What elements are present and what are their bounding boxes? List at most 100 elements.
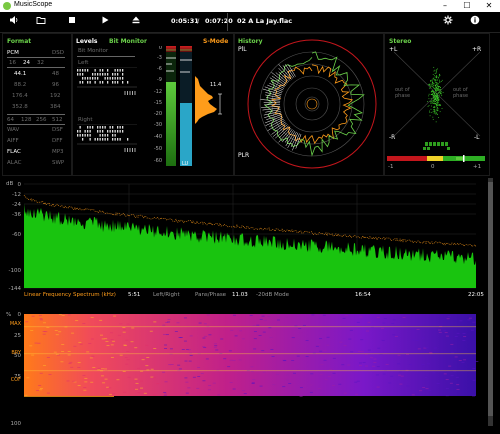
right-bit-grid: [77, 124, 137, 152]
gonio-dot: [437, 68, 438, 70]
settings-icon[interactable]: [441, 15, 455, 29]
spectrogram-streak: [46, 356, 50, 358]
spectrogram-streak: [268, 327, 272, 329]
spectrogram-streak: [135, 382, 139, 384]
bit-cell: [89, 77, 91, 80]
spectrum-y-tick: -24: [12, 202, 21, 208]
gonio-dot: [433, 66, 435, 68]
gonio-dot: [439, 111, 441, 113]
spectrogram-streak: [212, 382, 216, 384]
format-rate: 96: [52, 82, 59, 88]
gonio-dot: [428, 84, 429, 86]
spectrogram-streak: [339, 341, 343, 343]
spectrogram-streak: [77, 362, 81, 363]
spectrogram-y-tick: 25: [14, 333, 21, 339]
gonio-dot: [436, 69, 438, 71]
spectrogram-streak: [145, 344, 149, 346]
bit-tick: [129, 148, 131, 152]
close-button[interactable]: ✕: [478, 0, 500, 12]
scrollbar-thumb[interactable]: [488, 182, 493, 416]
bit-cell: [117, 73, 119, 76]
gonio-dot: [433, 101, 435, 103]
spectrogram-streak: [83, 387, 87, 388]
position-time: 0:05:31: [171, 17, 199, 25]
gonio-dot: [436, 82, 438, 84]
spectrogram-streak: [343, 345, 347, 347]
bit-cell: [102, 126, 104, 129]
info-icon[interactable]: [468, 15, 482, 29]
stop-icon[interactable]: [65, 15, 79, 29]
spectrogram-streak: [90, 338, 94, 340]
spectrogram-streak: [156, 383, 160, 385]
bit-cell: [94, 138, 96, 141]
format-dsd-rate: 256: [36, 117, 47, 123]
polar-spike: [271, 72, 287, 85]
gonio-dot: [438, 87, 440, 89]
spectrogram-streak: [291, 360, 295, 361]
bit-cell: [99, 69, 101, 72]
gonio-dot: [438, 102, 439, 104]
spectrogram-streak: [454, 336, 458, 337]
spectrogram-streak: [294, 316, 298, 318]
gonio-dot: [439, 73, 440, 75]
spectrogram-streak: [123, 344, 127, 346]
spectrogram-streak: [112, 340, 116, 342]
spectrogram-streak: [250, 371, 254, 372]
gonio-dot: [436, 105, 437, 107]
spectrogram-streak: [445, 335, 449, 337]
volume-icon[interactable]: [7, 15, 21, 29]
spectrogram-streak: [108, 387, 112, 389]
spectrogram-streak: [75, 320, 79, 322]
gonio-dot: [431, 79, 433, 81]
gonio-dot: [433, 77, 435, 79]
spectrogram-streak: [84, 381, 88, 383]
spectrogram-streak: [249, 315, 253, 316]
play-icon[interactable]: [98, 15, 112, 29]
mode-20db[interactable]: -20dB Mode: [256, 292, 289, 298]
spectrogram-streak: [467, 319, 471, 321]
goniometer: [393, 51, 481, 137]
spectrogram-streak: [299, 332, 303, 334]
spectrogram-streak: [296, 355, 300, 357]
bit-cell: [87, 69, 89, 72]
spectrogram-streak: [448, 365, 452, 367]
spectrogram-streak: [472, 321, 476, 323]
spectrogram-streak: [319, 374, 323, 376]
gonio-dot: [434, 110, 435, 112]
format-rate: 44.1: [14, 71, 27, 77]
gonio-dot: [436, 108, 438, 110]
spectrum-y-tick: -144: [9, 286, 22, 292]
gonio-dot: [433, 100, 435, 102]
spectrogram-streak: [429, 352, 433, 354]
spectrogram-streak: [392, 334, 396, 336]
format-pcm: PCM: [7, 50, 19, 56]
spectrogram-streak: [134, 378, 138, 380]
spectrogram-streak: [84, 377, 88, 379]
gonio-dot: [432, 111, 434, 112]
gonio-dot: [440, 81, 442, 82]
bit-cell: [109, 126, 111, 129]
gonio-dot: [435, 112, 437, 114]
bit-cell: [112, 134, 114, 137]
gonio-dot: [428, 84, 430, 86]
spectrogram-streak: [130, 341, 134, 343]
bit-monitor-tab[interactable]: Bit Monitor: [109, 38, 147, 45]
bit-cell: [104, 134, 106, 137]
eject-icon[interactable]: [129, 15, 143, 29]
spectrogram-streak: [38, 315, 42, 317]
gonio-dot: [437, 108, 439, 110]
gonio-dot: [436, 97, 438, 99]
mode-left-right[interactable]: Left/Right: [153, 292, 180, 298]
folder-icon[interactable]: [34, 15, 48, 29]
mode-pans-phase[interactable]: Pans/Phase: [195, 292, 226, 298]
spectrogram-streak: [119, 354, 123, 356]
spectrogram-streak: [104, 378, 108, 380]
spectrogram-y-tick: 100: [11, 421, 22, 427]
spectrogram-streak: [327, 375, 331, 377]
spectrogram-streak: [203, 346, 207, 348]
bit-cell: [92, 77, 94, 80]
maximize-button[interactable]: ☐: [456, 0, 478, 12]
gonio-dot: [436, 86, 438, 88]
bit-cell: [114, 130, 116, 133]
minimize-button[interactable]: –: [434, 0, 456, 12]
